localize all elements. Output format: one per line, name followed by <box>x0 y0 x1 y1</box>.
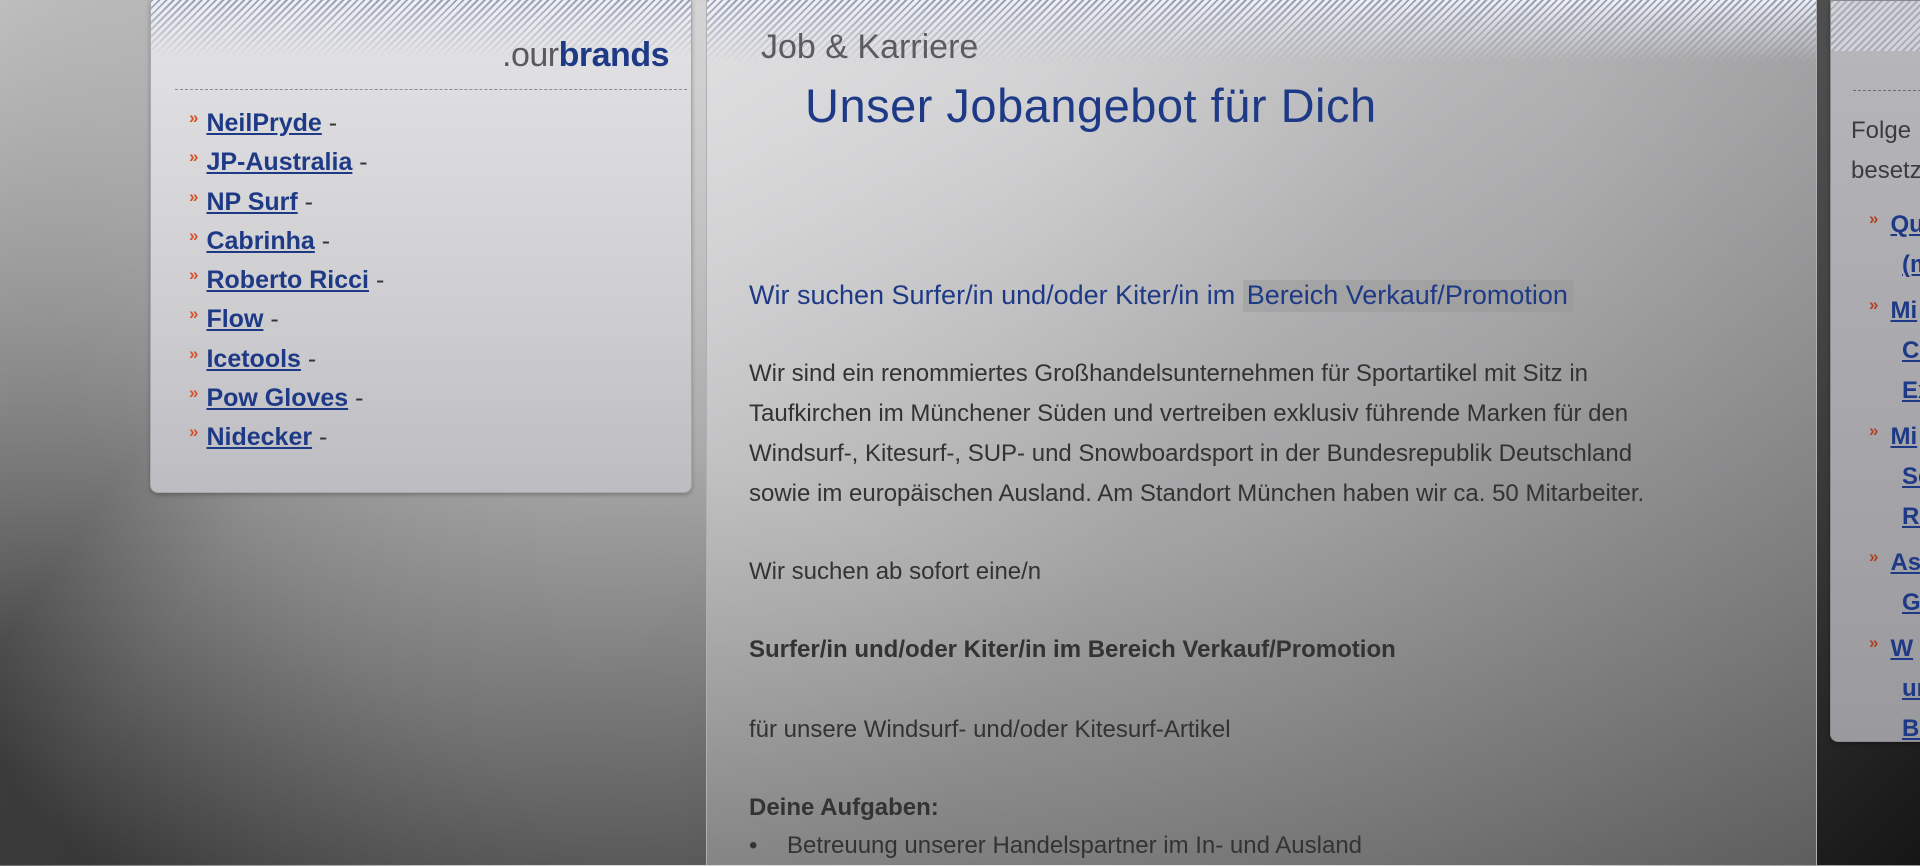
double-chevron-right-icon: » <box>189 383 199 403</box>
double-chevron-right-icon: » <box>189 147 199 167</box>
intro-line: Windsurf-, Kitesurf-, SUP- und Snowboard… <box>749 440 1633 467</box>
double-chevron-right-icon: » <box>189 186 199 206</box>
brand-separator: - <box>300 344 317 373</box>
job-link[interactable]: Mi <box>1890 423 1917 450</box>
brand-separator: - <box>321 109 338 137</box>
seeking-text: Wir suchen ab sofort eine/n <box>749 558 1042 585</box>
job-link-continuation: Re <box>1869 497 1920 537</box>
job-link[interactable]: Qu <box>1890 211 1920 238</box>
brands-panel-title: .ourbrands <box>502 36 669 75</box>
brand-item: » JP-Australia - <box>189 147 384 186</box>
job-link-item: » Mi Se Re <box>1869 411 1920 537</box>
intro-line: Wir sind ein renommiertes Großhandelsunt… <box>749 360 1588 387</box>
job-link-item: » Qu (m <box>1869 199 1920 285</box>
brand-link[interactable]: JP-Australia <box>206 148 352 176</box>
brand-link[interactable]: NP Surf <box>206 188 297 216</box>
role-title: Surfer/in und/oder Kiter/in im Bereich V… <box>749 636 1396 663</box>
job-link-item: » Mi Cu Ex <box>1869 285 1920 411</box>
brands-list: » NeilPryde - » JP-Australia - » NP Surf - » Ca… <box>189 108 384 462</box>
brand-separator: - <box>297 187 313 216</box>
brand-separator: - <box>312 423 328 452</box>
section-label: Job & Karriere <box>761 28 979 66</box>
job-link-continuation: ur <box>1869 669 1920 709</box>
brands-divider <box>175 89 687 90</box>
job-links-list: » Qu (m » Mi Cu Ex » Mi Se Re » As Ge » Wur Be <box>1869 199 1920 749</box>
brands-title-bold: brands <box>558 36 670 74</box>
right-divider <box>1853 90 1920 91</box>
double-chevron-right-icon: » <box>189 343 199 363</box>
task-text: Betreuung unserer Handelspartner im In- … <box>787 832 1363 859</box>
job-headline-highlight: Bereich Verkauf/Promotion <box>1242 280 1574 312</box>
role-scope: für unsere Windsurf- und/oder Kitesurf-A… <box>749 716 1231 743</box>
job-link-continuation: Be <box>1869 709 1920 749</box>
brand-link[interactable]: Flow <box>206 305 263 333</box>
job-link[interactable]: Cu <box>1902 337 1920 364</box>
brand-separator: - <box>352 148 368 177</box>
job-link[interactable]: W <box>1890 635 1913 662</box>
company-intro: Wir sind ein renommiertes Großhandelsunt… <box>749 354 1644 514</box>
brand-link[interactable]: Pow Gloves <box>206 384 348 412</box>
bullet-icon: • <box>749 832 758 859</box>
brand-link[interactable]: Icetools <box>206 345 300 373</box>
double-chevron-right-icon: » <box>189 108 199 127</box>
job-link-item: » Wur Be <box>1869 623 1920 749</box>
brand-separator: - <box>314 226 331 255</box>
page-title: Unser Jobangebot für Dich <box>805 79 1377 132</box>
job-link-item: » As Ge <box>1869 537 1920 623</box>
job-link[interactable]: Ex <box>1902 377 1920 404</box>
job-link[interactable]: Se <box>1902 463 1920 490</box>
job-headline: Wir suchen Surfer/in und/oder Kiter/in i… <box>749 280 1574 312</box>
brand-separator: - <box>348 384 364 413</box>
brand-link[interactable]: Roberto Ricci <box>206 266 369 294</box>
job-link-continuation: Ge <box>1869 583 1920 623</box>
job-link[interactable]: As <box>1890 549 1920 576</box>
double-chevron-right-icon: » <box>1869 421 1879 440</box>
double-chevron-right-icon: » <box>189 422 199 442</box>
job-link[interactable]: Re <box>1902 503 1920 530</box>
task-item: • Betreuung unserer Handelspartner im In-… <box>749 826 1362 866</box>
jobs-sidebar-panel: Folge besetz » Qu (m » Mi Cu Ex » Mi Se Re » As Ge » Wu… <box>1830 0 1920 742</box>
double-chevron-right-icon: » <box>1869 295 1879 314</box>
double-chevron-right-icon: » <box>1869 547 1879 566</box>
right-panel-stripe <box>1831 1 1920 51</box>
double-chevron-right-icon: » <box>189 225 199 245</box>
brand-separator: - <box>263 305 279 334</box>
brands-title-prefix: .our <box>502 36 559 74</box>
double-chevron-right-icon: » <box>189 304 199 324</box>
job-link-continuation: Se <box>1869 457 1920 497</box>
main-content: Job & Karriere Unser Jobangebot für Dich… <box>706 0 1817 865</box>
intro-line: Taufkirchen im Münchener Süden und vertr… <box>749 400 1629 427</box>
brand-item: » Roberto Ricci - <box>189 265 384 304</box>
right-intro: Folge besetz <box>1851 111 1920 191</box>
brand-item: » Icetools - <box>189 344 384 383</box>
right-intro-line: Folge <box>1851 117 1912 144</box>
brand-item: » Pow Gloves - <box>189 383 384 422</box>
brands-panel: .ourbrands » NeilPryde - » JP-Australia - » N… <box>150 0 692 493</box>
brand-item: » NP Surf - <box>189 187 384 226</box>
brand-item: » NeilPryde - <box>189 108 384 147</box>
tasks-heading: Deine Aufgaben: <box>749 794 939 821</box>
job-headline-text: Wir suchen Surfer/in und/oder Kiter/in i… <box>749 280 1243 310</box>
brand-item: » Cabrinha - <box>189 226 384 265</box>
job-link[interactable]: Mi <box>1890 297 1917 324</box>
job-link-continuation: Ex <box>1869 371 1920 411</box>
right-intro-line: besetz <box>1851 157 1920 184</box>
job-link[interactable]: Ge <box>1902 589 1920 616</box>
job-link[interactable]: Be <box>1902 715 1920 742</box>
double-chevron-right-icon: » <box>189 265 199 285</box>
brand-item: » Nidecker - <box>189 422 384 461</box>
double-chevron-right-icon: » <box>1869 633 1879 652</box>
brand-separator: - <box>369 266 385 295</box>
job-link[interactable]: ur <box>1902 675 1920 702</box>
double-chevron-right-icon: » <box>1869 209 1879 228</box>
brand-link[interactable]: Nidecker <box>206 423 312 451</box>
brand-link[interactable]: NeilPryde <box>206 109 321 137</box>
job-link[interactable]: (m <box>1902 251 1920 278</box>
brand-link[interactable]: Cabrinha <box>206 227 314 255</box>
job-link-continuation: (m <box>1869 245 1920 285</box>
intro-line: sowie im europäischen Ausland. Am Stando… <box>749 480 1645 507</box>
job-link-continuation: Cu <box>1869 331 1920 371</box>
brand-item: » Flow - <box>189 304 384 343</box>
